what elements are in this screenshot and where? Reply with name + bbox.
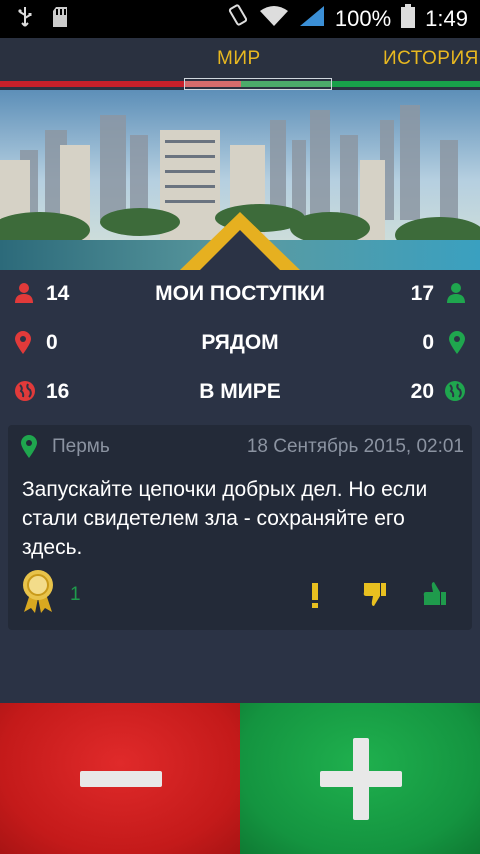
thumbs-up-icon[interactable] <box>422 580 448 613</box>
award-count: 1 <box>70 584 81 605</box>
minus-icon <box>80 771 162 787</box>
post-card[interactable]: Пермь 18 Сентябрь 2015, 02:01 Запускайте… <box>8 425 472 630</box>
stats-row-world[interactable]: 16 В МИРЕ 20 <box>0 368 480 416</box>
tab-indicator <box>0 78 480 90</box>
post-date: 18 Сентябрь 2015, 02:01 <box>246 436 464 457</box>
battery-icon <box>401 4 416 34</box>
thumbs-down-icon[interactable] <box>362 580 388 613</box>
world-good-count: 20 <box>410 380 434 403</box>
stats-row-nearby[interactable]: 0 РЯДОМ 0 <box>0 319 480 367</box>
rotate-icon <box>227 3 249 35</box>
medal-icon[interactable] <box>18 568 58 619</box>
globe-icon <box>444 380 466 407</box>
usb-icon <box>18 6 32 33</box>
post-text: Запускайте цепочки добрых дел. Но если с… <box>22 478 428 559</box>
stats-row-my-deeds[interactable]: 14 МОИ ПОСТУПКИ 17 <box>0 270 480 318</box>
add-good-deed-button[interactable] <box>240 703 480 854</box>
my-good-deeds-count: 17 <box>410 282 434 305</box>
status-bar: 100% 1:49 <box>0 0 480 38</box>
add-bad-deed-button[interactable] <box>0 703 240 854</box>
stats-panel: 14 МОИ ПОСТУПКИ 17 0 РЯДОМ 0 16 В МИРЕ 2… <box>0 270 480 420</box>
tab-selection-marker <box>184 78 332 90</box>
person-icon <box>446 282 466 309</box>
battery-level: 100% <box>334 6 392 31</box>
stats-label-world: В МИРЕ <box>199 380 281 403</box>
post-city: Пермь <box>52 436 110 457</box>
stats-label-nearby: РЯДОМ <box>201 331 279 354</box>
city-banner-image <box>0 90 480 270</box>
tab-history[interactable]: ИСТОРИЯ <box>383 48 479 70</box>
wifi-icon <box>259 5 289 33</box>
exclamation-icon[interactable] <box>308 581 322 614</box>
signal-icon <box>299 5 325 33</box>
stats-label-my-deeds: МОИ ПОСТУПКИ <box>155 282 325 305</box>
sdcard-icon <box>52 6 68 33</box>
map-pin-icon <box>20 435 38 464</box>
nearby-good-count: 0 <box>422 331 434 354</box>
map-pin-icon <box>448 331 466 360</box>
clock: 1:49 <box>425 6 468 31</box>
tab-world[interactable]: МИР <box>217 48 261 70</box>
